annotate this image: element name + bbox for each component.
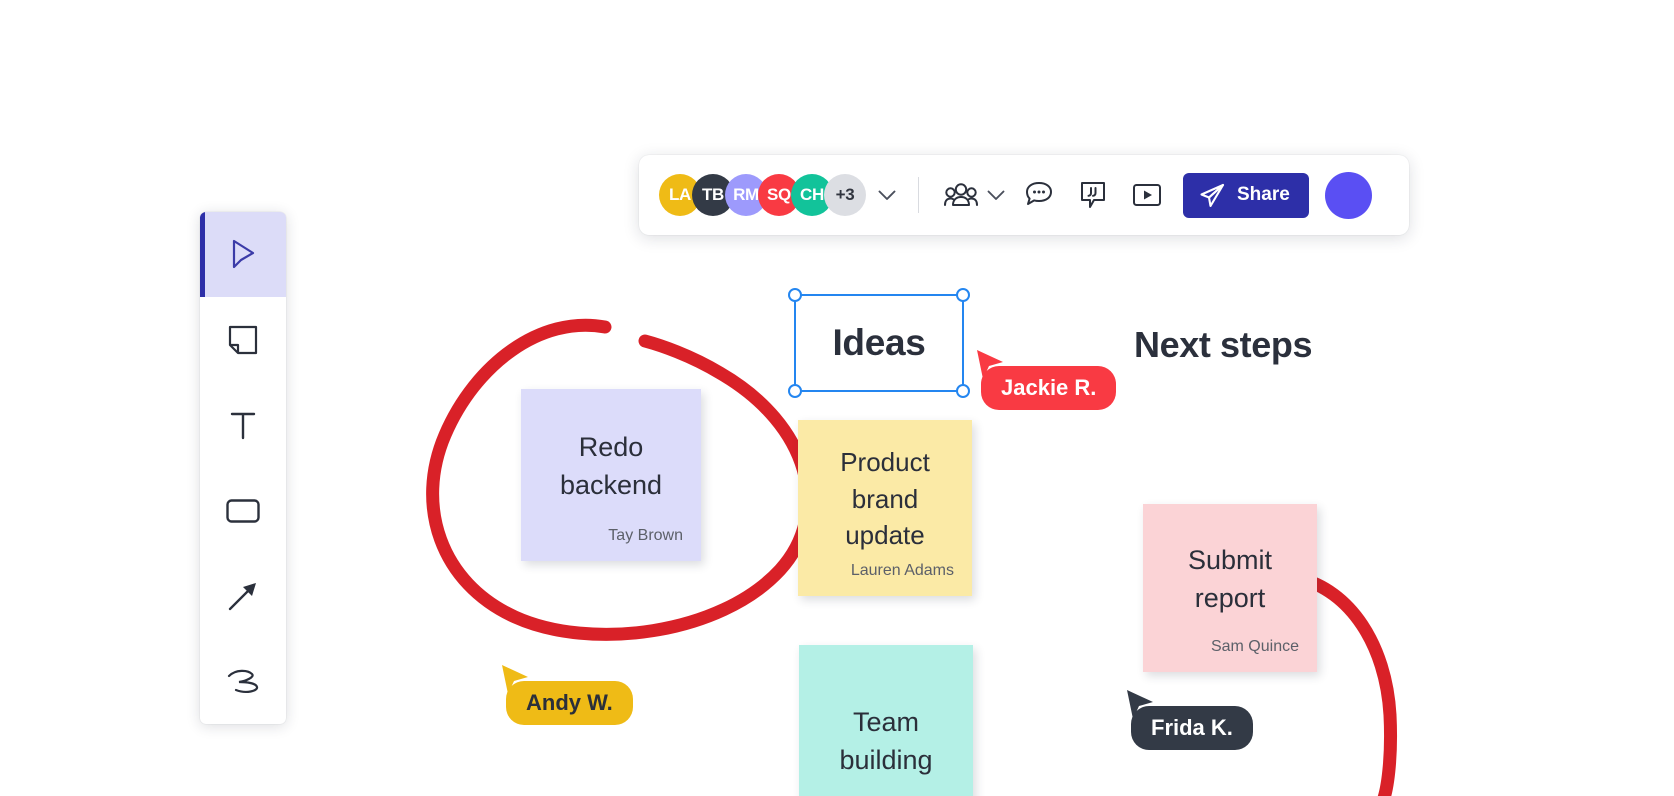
people-chevron-down-icon[interactable]: [987, 190, 1005, 201]
resize-handle-top-left[interactable]: [788, 288, 802, 302]
selected-text-box[interactable]: Ideas: [788, 288, 970, 398]
share-button-label: Share: [1237, 184, 1290, 205]
share-button[interactable]: Share: [1183, 172, 1309, 218]
avatar-initials: LA: [668, 185, 692, 204]
text-box-label: Ideas: [832, 322, 926, 363]
sticky-note-author: Tay Brown: [608, 527, 683, 544]
collaboration-toolbar[interactable]: LA TB RM SQ CH +3 Share: [639, 155, 1409, 235]
pen-scribble-icon: [227, 669, 259, 694]
tool-palette[interactable]: [200, 212, 286, 724]
avatar-initials: CH: [800, 185, 824, 204]
text-t-icon: [230, 413, 256, 440]
sticky-note-author: Lauren Adams: [850, 562, 954, 579]
avatar-initials: RM: [733, 185, 759, 204]
cursor-label: Frida K.: [1131, 706, 1253, 750]
select-tool[interactable]: [200, 212, 286, 298]
resize-handle-top-right[interactable]: [956, 288, 970, 302]
arrow-tool[interactable]: [200, 553, 286, 638]
avatar-stack[interactable]: LA TB RM SQ CH +3: [659, 174, 866, 216]
avatar-initials: SQ: [767, 185, 791, 204]
toolbar-divider: [918, 177, 919, 213]
resize-handle-bottom-right[interactable]: [956, 384, 970, 398]
sticky-note[interactable]: Redo backend Tay Brown: [521, 389, 701, 561]
comment-icon[interactable]: [1019, 175, 1059, 215]
sticky-note-text: Submit report: [1187, 544, 1273, 613]
quote-comment-icon[interactable]: [1073, 175, 1113, 215]
sticky-note-author: Sam Quince: [1210, 638, 1299, 655]
send-paper-plane-icon: [1200, 183, 1225, 207]
cursor-arrow-icon: [232, 239, 255, 268]
page-title-next-steps: Next steps: [1134, 324, 1313, 365]
sticky-note-text: Redo backend: [559, 431, 663, 500]
present-play-icon[interactable]: [1127, 175, 1167, 215]
sticky-note-icon: [228, 325, 258, 355]
arrow-icon: [228, 582, 256, 610]
avatar-overflow-label: +3: [835, 185, 855, 204]
sticky-note-text: Team building: [839, 707, 933, 776]
text-tool[interactable]: [200, 383, 286, 468]
people-icon[interactable]: [941, 175, 981, 215]
avatar-initials: TB: [701, 185, 725, 204]
avatars-chevron-down-icon[interactable]: [878, 190, 896, 201]
resize-handle-bottom-left[interactable]: [788, 384, 802, 398]
sticky-note[interactable]: Product brand update Lauren Adams: [798, 420, 972, 596]
cursor-label: Andy W.: [506, 681, 633, 725]
whiteboard-canvas[interactable]: Redo backend Tay Brown Product brand upd…: [0, 0, 1674, 796]
avatar-overflow-count[interactable]: +3: [824, 174, 866, 216]
rectangle-icon: [226, 498, 260, 523]
cursor-label: Jackie R.: [981, 366, 1117, 410]
shape-tool[interactable]: [200, 468, 286, 553]
pen-tool[interactable]: [200, 638, 286, 723]
sticky-note[interactable]: Team building: [799, 645, 973, 796]
sticky-note-text: Product brand update: [840, 446, 930, 551]
sticky-note[interactable]: Submit report Sam Quince: [1143, 504, 1317, 672]
sticky-note-tool[interactable]: [200, 297, 286, 382]
current-user-avatar[interactable]: [1324, 171, 1372, 219]
